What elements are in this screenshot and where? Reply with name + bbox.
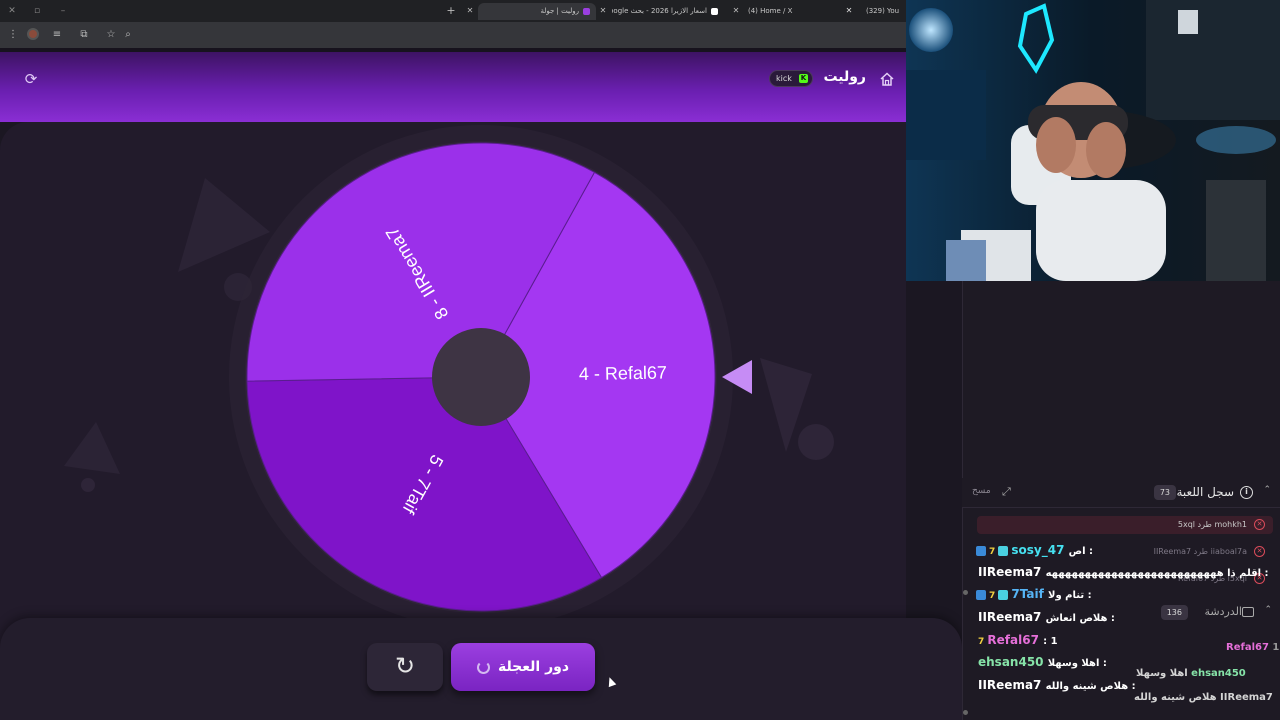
chat-message: IIReema7 اقلم ذا ههههههههههههههههههههههه… — [978, 562, 1269, 582]
log-entry-text: mohkh1 طرد 5xql — [1177, 520, 1247, 529]
chat-text: : 1 — [1043, 636, 1058, 647]
chat-username: 7Taif — [1011, 587, 1044, 601]
chat-username: sosy_47 — [1011, 543, 1065, 557]
clear-log-button[interactable]: مسح — [972, 486, 991, 496]
chat-message: 7 sosy_47 اص : — [976, 540, 1093, 560]
game-log-title: سجل اللعبة — [1176, 485, 1234, 499]
badge-icon — [998, 589, 1009, 600]
screen: ✕ ▫ – + ✕ روليت | جولة ✕ اسعار الازيرا 2… — [0, 0, 1280, 720]
badge-icon: 7 — [989, 547, 999, 557]
log-count-badge: 73 — [1153, 485, 1176, 500]
webcam-overlay — [906, 0, 1280, 281]
chevron-up-icon[interactable]: ⌃ — [1264, 605, 1272, 615]
badge-icon: 7 — [978, 637, 988, 647]
reset-button[interactable]: ↻ — [367, 643, 443, 691]
chat-username: Refal67 — [987, 633, 1039, 647]
chat-count-badge: 136 — [1160, 605, 1188, 620]
log-entry-text: iiaboal7a طرد IIReema7 — [1153, 547, 1247, 556]
badge-icon — [998, 545, 1009, 556]
spin-label: دور العجلة — [497, 659, 570, 675]
wheel-segment-label: 4 - Refal67 — [579, 363, 667, 385]
kick-out-icon: ✕ — [1254, 519, 1265, 530]
chat-title: الدردشة — [1204, 605, 1242, 618]
badge-icon — [976, 589, 986, 600]
chat-text: هلاص انعاش : — [1045, 613, 1115, 624]
expand-icon[interactable]: ⤢ — [1002, 485, 1011, 499]
wheel[interactable]: 4 - Refal675 - 7Taif8 - IIReema7 — [0, 0, 906, 720]
webcam-image — [906, 0, 1280, 281]
chat-message: ehsan450 اهلا وسهلا : — [978, 652, 1107, 672]
chat-ghost-user: Refal67 — [1226, 642, 1269, 653]
kick-out-icon: ✕ — [1254, 546, 1265, 557]
chat-ghost-text: اهلا وسهلا — [1136, 668, 1188, 679]
spin-wheel-button[interactable]: دور العجلة — [451, 643, 595, 691]
info-icon[interactable]: i — [1240, 486, 1253, 499]
chat-text: اهلا وسهلا : — [1047, 658, 1107, 669]
badge-icon: 7 — [989, 591, 999, 601]
chat-text: تنام ولا : — [1048, 590, 1092, 601]
chat-username: IIReema7 — [978, 610, 1042, 624]
loading-spinner-icon — [476, 660, 490, 674]
chat-text: اص : — [1068, 546, 1094, 557]
chat-ghost-text: 1 — [1272, 642, 1280, 653]
chat-username: IIReema7 — [978, 565, 1042, 579]
chat-message: IIReema7 هلاص شينه والله : — [978, 675, 1136, 695]
chevron-up-icon[interactable]: ⌃ — [1263, 485, 1271, 495]
chat-text: اقلم ذا ههههههههههههههههههههههههههه : — [1045, 568, 1269, 579]
chat-username: IIReema7 — [978, 678, 1042, 692]
scrollbar-thumb[interactable] — [963, 710, 968, 715]
chat-ghost-line: Refal67 1 — [1226, 642, 1279, 653]
chat-message: 7 7Taif تنام ولا : — [976, 584, 1092, 604]
reset-icon: ↻ — [394, 652, 416, 680]
log-entry: ✕ mohkh1 طرد 5xql — [977, 516, 1273, 534]
chat-bubble-icon — [1242, 607, 1254, 617]
chat-message: IIReema7 هلاص انعاش : — [978, 607, 1115, 627]
game-log-header[interactable]: مسح ⤢ 73 سجل اللعبة i ⌃ — [962, 478, 1280, 508]
chat-ghost-user: ehsan450 — [1191, 668, 1246, 679]
badge-icon — [976, 545, 986, 556]
scrollbar-thumb[interactable] — [963, 590, 968, 595]
chat-text: هلاص شينه والله : — [1045, 681, 1136, 692]
chat-ghost-line: ehsan450 اهلا وسهلا — [1136, 668, 1246, 679]
wheel-hub — [432, 328, 530, 426]
chat-ghost-line: IIReema7 هلاص شينه والله — [1134, 692, 1273, 703]
chat-message: 7 Refal67 : 1 — [978, 630, 1058, 650]
chat-username: ehsan450 — [978, 655, 1044, 669]
chat-ghost-user: IIReema7 — [1220, 692, 1273, 703]
chat-ghost-text: هلاص شينه والله — [1134, 692, 1217, 703]
